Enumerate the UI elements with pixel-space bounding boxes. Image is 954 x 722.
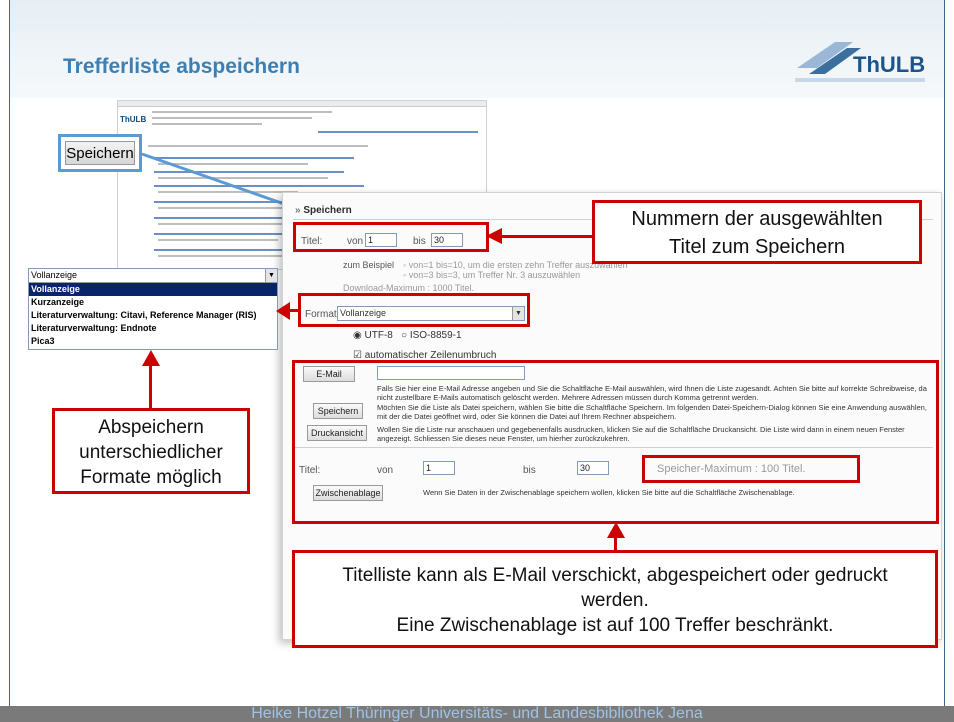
highlight-format	[298, 293, 530, 327]
catalog-save-button[interactable]: Speichern	[58, 134, 142, 172]
format-option[interactable]: Literaturverwaltung: Endnote	[29, 322, 277, 335]
format-option[interactable]: Literaturverwaltung: Citavi, Reference M…	[29, 309, 277, 322]
thulb-logo-graphic: ThULB	[795, 42, 925, 82]
format-dropdown[interactable]: Vollanzeige ▼ Vollanzeige Kurzanzeige Li…	[28, 268, 278, 350]
arrow-line	[149, 360, 152, 408]
arrow-head-left-icon	[486, 228, 502, 244]
form-heading: » Speichern	[295, 205, 352, 216]
thulb-logo: ThULB	[795, 38, 925, 84]
chevron-down-icon[interactable]: ▼	[265, 269, 277, 282]
format-option[interactable]: Kurzanzeige	[29, 296, 277, 309]
encoding-iso[interactable]: ○ ISO-8859-1	[401, 330, 462, 341]
download-max: Download-Maximum : 1000 Titel.	[343, 283, 475, 293]
catalog-logo: ThULB	[120, 115, 147, 124]
logo-text: ThULB	[853, 52, 925, 77]
format-option[interactable]: Pica3	[29, 335, 277, 348]
callout-email-text: Titelliste kann als E-Mail verschickt, a…	[342, 565, 888, 611]
callout-clipboard-text: Eine Zwischenablage ist auf 100 Treffer …	[396, 615, 834, 636]
encoding-utf8[interactable]: ◉ UTF-8	[353, 330, 393, 341]
highlight-options	[292, 360, 939, 524]
arrow-head-left-icon	[276, 302, 290, 320]
highlight-clip-max	[642, 455, 860, 483]
example-2: ◦ von=3 bis=3, um Treffer Nr. 3 auszuwäh…	[403, 270, 581, 280]
format-dropdown-selected[interactable]: Vollanzeige ▼	[29, 269, 277, 283]
footer-text: Heike Hotzel Thüringer Universitäts- und…	[251, 706, 703, 722]
highlight-title-range	[293, 222, 489, 252]
arrow-line	[500, 235, 592, 238]
pointer-line	[141, 152, 291, 208]
catalog-save-button-label: Speichern	[65, 141, 135, 165]
encoding-iso-label: ISO-8859-1	[409, 330, 462, 341]
callout-email-clipboard: Titelliste kann als E-Mail verschickt, a…	[292, 550, 938, 648]
form-heading-text: Speichern	[303, 205, 352, 216]
arrow-head-up-icon	[607, 522, 625, 538]
format-option[interactable]: Vollanzeige	[29, 283, 277, 296]
encoding-utf8-label: UTF-8	[364, 330, 393, 341]
callout-selected-titles: Nummern der ausgewählten Titel zum Speic…	[592, 200, 922, 264]
callout-formats: Abspeichern unterschiedlicher Formate mö…	[52, 408, 250, 494]
example-2-text: von=3 bis=3, um Treffer Nr. 3 auszuwähle…	[408, 270, 581, 280]
example-prefix: zum Beispiel	[343, 260, 395, 270]
catalog-tabbar	[118, 101, 486, 107]
slide-title: Trefferliste abspeichern	[63, 55, 300, 78]
arrow-head-up-icon	[142, 350, 160, 366]
format-dropdown-selected-text: Vollanzeige	[31, 270, 78, 280]
slide-footer: Heike Hotzel Thüringer Universitäts- und…	[0, 706, 954, 722]
